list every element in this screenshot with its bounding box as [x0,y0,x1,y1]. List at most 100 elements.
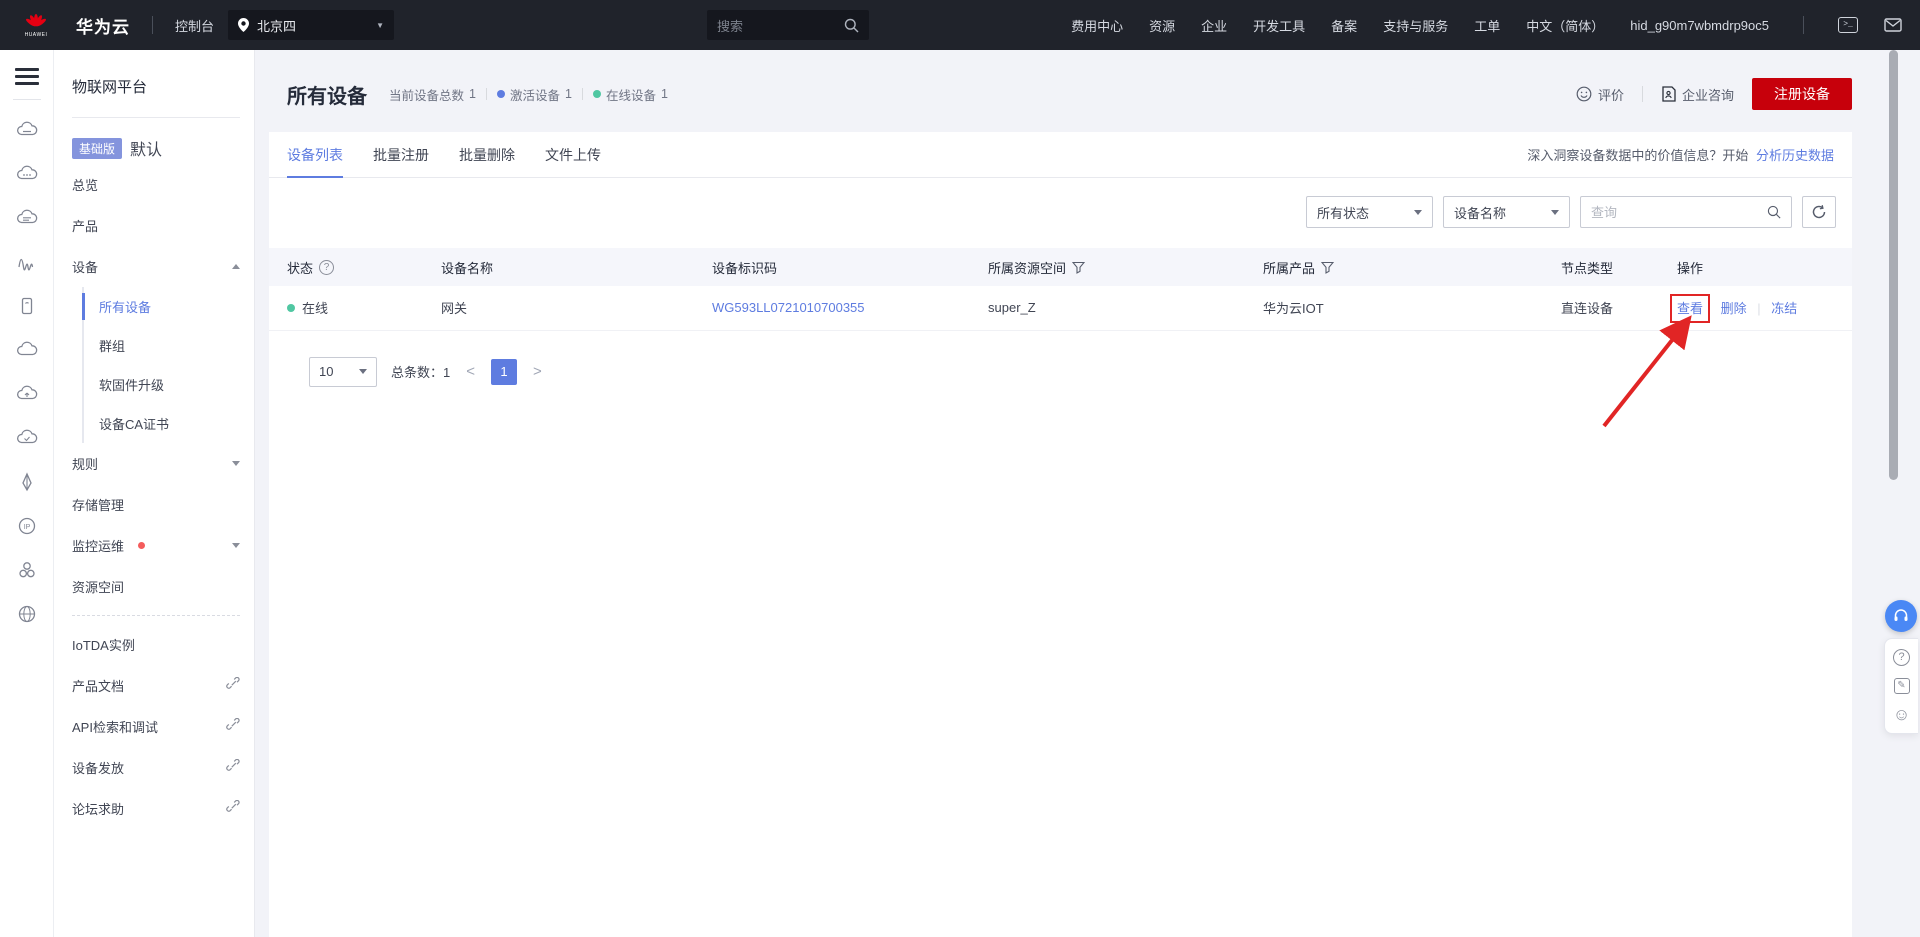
refresh-button[interactable] [1802,196,1836,228]
sidebar-item-device-provisioning[interactable]: 设备发放 [54,747,254,788]
sidebar-item-storage[interactable]: 存储管理 [54,484,254,525]
tab-batch-register[interactable]: 批量注册 [373,132,429,178]
cli-terminal-icon[interactable]: >_ [1838,17,1858,33]
tabs-row: 设备列表 批量注册 批量删除 文件上传 深入洞察设备数据中的价值信息？开始 分析… [269,132,1852,178]
stat-total-label: 当前设备总数 [389,88,465,103]
devices-submenu: 所有设备 群组 软固件升级 设备CA证书 [82,287,254,443]
navbar-menu: 费用中心 资源 企业 开发工具 备案 支持与服务 工单 中文（简体） hid_g… [1071,0,1902,50]
view-action-link[interactable]: 查看 [1669,294,1711,324]
query-search-box [1580,196,1792,228]
edition-row: 基础版 默认 [54,118,254,164]
sidebar-item-monitoring[interactable]: 监控运维 [54,525,254,566]
sidebar-item-rules[interactable]: 规则 [54,443,254,484]
cloud-icon[interactable] [16,339,38,361]
nav-item-billing[interactable]: 费用中心 [1071,16,1123,35]
nav-item-support[interactable]: 支持与服务 [1383,16,1448,35]
customer-service-button[interactable] [1885,600,1917,632]
edition-name: 默认 [130,142,163,159]
enterprise-consult-button[interactable]: 企业咨询 [1661,85,1734,104]
console-link[interactable]: 控制台 [175,16,214,35]
next-page-button[interactable]: > [531,363,544,380]
search-icon [844,18,859,32]
sidebar-title: 物联网平台 [72,79,148,96]
filter-funnel-icon[interactable] [1321,261,1335,274]
help-icon[interactable]: ? [319,259,335,275]
col-actions: 操作 [1677,260,1704,276]
device-id-link[interactable]: WG593LL0721010700355 [712,300,865,315]
external-link-icon [226,758,240,776]
tab-batch-delete[interactable]: 批量删除 [459,132,515,178]
sidebar-item-iotda-instances[interactable]: IoTDA实例 [54,624,254,665]
sidebar-item-api-explorer[interactable]: API检索和调试 [54,706,254,747]
sidebar-item-product-docs[interactable]: 产品文档 [54,665,254,706]
nav-item-resources[interactable]: 资源 [1149,16,1175,35]
compass-icon[interactable] [16,471,38,493]
sidebar-item-forum-help[interactable]: 论坛求助 [54,788,254,829]
current-page-button[interactable]: 1 [491,358,518,385]
ip-address-icon[interactable]: IP [16,515,38,537]
device-name-value: 网关 [433,286,704,331]
messages-icon[interactable] [1884,18,1902,32]
nav-item-ticket[interactable]: 工单 [1474,16,1500,35]
page-size-select[interactable]: 10 [309,356,377,387]
huawei-logo[interactable]: HUAWEI [16,13,56,38]
global-search[interactable]: 搜索 [707,10,869,40]
sidebar-item-products[interactable]: 产品 [54,205,254,246]
sidebar-item-device-ca[interactable]: 设备CA证书 [84,404,254,443]
sidebar-item-overview[interactable]: 总览 [54,164,254,205]
feedback-button[interactable]: 评价 [1576,85,1624,104]
insight-banner: 深入洞察设备数据中的价值信息？开始 分析历史数据 [1527,148,1834,163]
wave-analytics-icon[interactable] [16,251,38,273]
feedback-smiley-icon[interactable]: ☺ [1893,706,1910,723]
globe-icon[interactable] [16,603,38,625]
external-link-icon [226,717,240,735]
nav-item-enterprise[interactable]: 企业 [1201,16,1227,35]
delete-action-link[interactable]: 删除 [1721,301,1747,316]
register-device-button[interactable]: 注册设备 [1752,78,1852,110]
brand-name[interactable]: 华为云 [76,13,130,38]
divider: | [1757,301,1761,317]
search-icon[interactable] [1767,204,1781,220]
survey-icon[interactable]: ✎ [1893,678,1910,694]
consult-doc-icon [1662,86,1676,102]
cloud-check-icon[interactable] [16,427,38,449]
cloud-server-icon[interactable] [16,119,38,141]
external-link-icon [226,799,240,817]
analyze-history-link[interactable]: 分析历史数据 [1756,148,1834,163]
external-link-icon [226,676,240,694]
nav-item-devtools[interactable]: 开发工具 [1253,16,1305,35]
col-product: 所属产品 [1263,260,1316,276]
region-selector[interactable]: 北京四 ▼ [228,10,395,40]
tab-device-list[interactable]: 设备列表 [287,132,343,178]
filter-row: 所有状态 设备名称 [269,196,1836,228]
query-input[interactable] [1591,204,1767,220]
sidebar-item-groups[interactable]: 群组 [84,326,254,365]
filter-funnel-icon[interactable] [1072,261,1086,274]
prev-page-button[interactable]: < [464,363,477,380]
vertical-scrollbar[interactable] [1889,50,1898,480]
sidebar-item-resource-spaces[interactable]: 资源空间 [54,566,254,607]
sidebar-item-devices[interactable]: 设备 [54,246,254,287]
device-table: 状态? 设备名称 设备标识码 所属资源空间 所属产品 节点类型 操作 在线 网关… [269,248,1852,331]
cloud-upload-icon[interactable] [16,383,38,405]
tab-file-upload[interactable]: 文件上传 [545,132,601,178]
device-terminal-icon[interactable] [16,295,38,317]
floating-helper-stack: ? ✎ ☺ [1884,600,1918,734]
dashed-divider [72,615,240,616]
helper-panel: ? ✎ ☺ [1884,638,1918,734]
account-id[interactable]: hid_g90m7wbmdrp9oc5 [1630,18,1769,33]
field-filter-select[interactable]: 设备名称 [1443,196,1570,228]
language-selector[interactable]: 中文（简体） [1526,16,1604,35]
nav-item-icp[interactable]: 备案 [1331,16,1357,35]
cloud-database-icon[interactable] [16,207,38,229]
status-filter-select[interactable]: 所有状态 [1306,196,1433,228]
help-icon[interactable]: ? [1893,649,1910,666]
freeze-action-link[interactable]: 冻结 [1771,301,1797,316]
hamburger-menu-icon[interactable] [14,64,39,89]
col-resource-space: 所属资源空间 [988,260,1067,276]
cluster-icon[interactable] [16,559,38,581]
cloud-dots-icon[interactable] [16,163,38,185]
sidebar-item-firmware-upgrade[interactable]: 软固件升级 [84,365,254,404]
sidebar-item-all-devices[interactable]: 所有设备 [82,287,254,326]
activated-dot [496,90,505,98]
